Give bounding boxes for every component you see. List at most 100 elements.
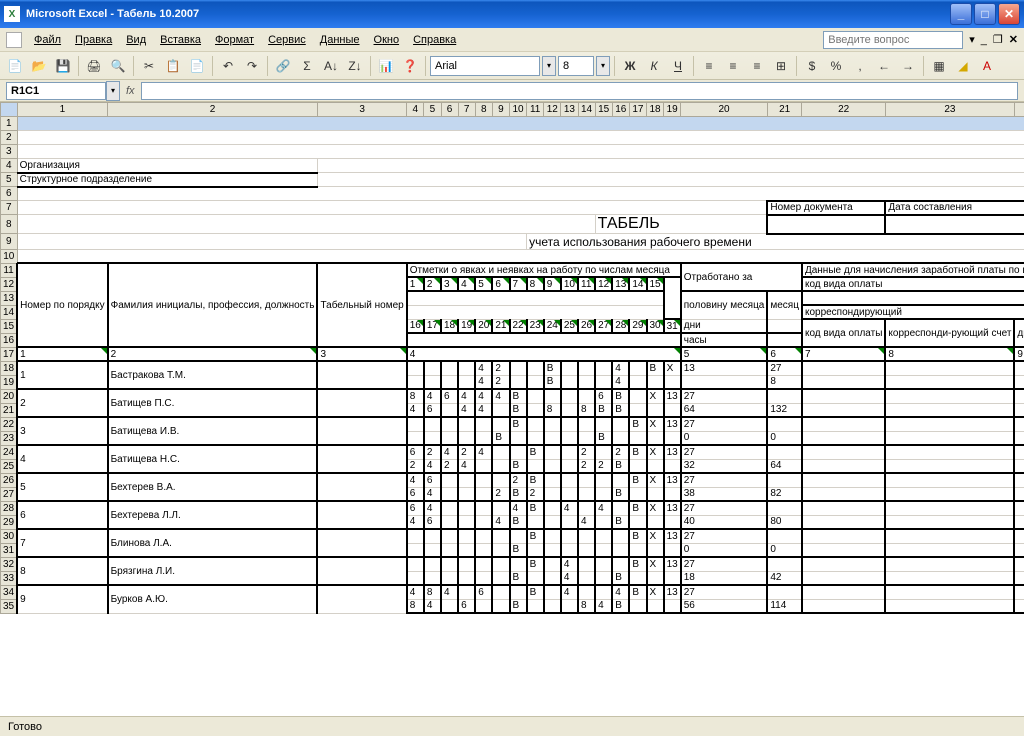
- row-header[interactable]: 29: [1, 515, 18, 529]
- cell[interactable]: 8: [578, 599, 595, 613]
- cell[interactable]: [802, 599, 885, 613]
- cell[interactable]: [492, 403, 509, 417]
- cell[interactable]: [544, 585, 561, 599]
- cell[interactable]: [527, 403, 544, 417]
- cell[interactable]: [1014, 389, 1024, 403]
- row-header[interactable]: 2: [1, 131, 18, 145]
- column-header[interactable]: 15: [595, 103, 612, 117]
- cell[interactable]: [441, 417, 458, 431]
- cell[interactable]: 18: [441, 319, 458, 333]
- cell[interactable]: 27: [681, 417, 768, 431]
- cell[interactable]: [407, 375, 424, 389]
- cell[interactable]: [595, 529, 612, 543]
- cell[interactable]: 2: [578, 459, 595, 473]
- cell[interactable]: [561, 487, 578, 501]
- row-header[interactable]: 19: [1, 375, 18, 389]
- cell[interactable]: [544, 529, 561, 543]
- cell[interactable]: В: [629, 529, 646, 543]
- row-header[interactable]: 10: [1, 249, 18, 263]
- cell[interactable]: 28: [612, 319, 629, 333]
- align-center-button[interactable]: ≡: [722, 55, 744, 77]
- cell[interactable]: 3: [317, 347, 406, 361]
- cell[interactable]: [885, 375, 1014, 389]
- cell[interactable]: [1014, 417, 1024, 431]
- cell[interactable]: [595, 543, 612, 557]
- cell[interactable]: [492, 543, 509, 557]
- cell[interactable]: 4: [424, 487, 441, 501]
- cell[interactable]: [510, 585, 527, 599]
- sort-asc-button[interactable]: A↓: [320, 55, 342, 77]
- column-header[interactable]: 23: [885, 103, 1014, 117]
- menu-help[interactable]: Справка: [407, 32, 462, 48]
- cell[interactable]: [561, 515, 578, 529]
- cell[interactable]: [612, 543, 629, 557]
- cell[interactable]: В: [612, 571, 629, 585]
- cell[interactable]: [595, 375, 612, 389]
- cell[interactable]: Батищева И.В.: [108, 417, 318, 445]
- font-name-select[interactable]: Arial: [430, 56, 540, 76]
- cell[interactable]: 5: [17, 473, 107, 501]
- cell[interactable]: В: [612, 459, 629, 473]
- cell[interactable]: [561, 417, 578, 431]
- cell[interactable]: дни (часы): [1014, 319, 1024, 347]
- cell[interactable]: [475, 501, 492, 515]
- cell[interactable]: [407, 417, 424, 431]
- cell[interactable]: [767, 215, 885, 234]
- menu-tools[interactable]: Сервис: [262, 32, 312, 48]
- cell[interactable]: Х: [664, 361, 681, 375]
- column-header[interactable]: 1: [17, 103, 107, 117]
- cell[interactable]: 27: [681, 389, 768, 403]
- cell[interactable]: [492, 445, 509, 459]
- cell[interactable]: [664, 571, 681, 585]
- column-header[interactable]: 5: [424, 103, 441, 117]
- cell[interactable]: [458, 557, 475, 571]
- cell[interactable]: 4: [492, 515, 509, 529]
- menu-file[interactable]: Файл: [28, 32, 67, 48]
- cell[interactable]: 29: [629, 319, 646, 333]
- cell[interactable]: [492, 417, 509, 431]
- cell[interactable]: [802, 291, 1024, 305]
- cell[interactable]: 13: [664, 473, 681, 487]
- cell[interactable]: [441, 431, 458, 445]
- cell[interactable]: [595, 473, 612, 487]
- cell[interactable]: [1014, 557, 1024, 571]
- cell[interactable]: [664, 431, 681, 445]
- cell[interactable]: [802, 403, 885, 417]
- increase-indent-button[interactable]: →: [897, 55, 919, 77]
- row-header[interactable]: 7: [1, 201, 18, 215]
- cell[interactable]: [492, 529, 509, 543]
- cell[interactable]: [885, 417, 1014, 431]
- row-header[interactable]: 32: [1, 557, 18, 571]
- chart-button[interactable]: 📊: [375, 55, 397, 77]
- column-header[interactable]: 19: [664, 103, 681, 117]
- decrease-indent-button[interactable]: ←: [873, 55, 895, 77]
- cell[interactable]: В: [629, 557, 646, 571]
- cell[interactable]: [1014, 487, 1024, 501]
- cell[interactable]: 13: [664, 417, 681, 431]
- cell[interactable]: Х: [647, 529, 664, 543]
- cell[interactable]: В: [492, 431, 509, 445]
- doc-restore-button[interactable]: ❐: [993, 33, 1003, 46]
- row-header[interactable]: 13: [1, 291, 18, 305]
- cell[interactable]: [561, 459, 578, 473]
- cell[interactable]: 4: [407, 515, 424, 529]
- cell[interactable]: В: [527, 557, 544, 571]
- cell[interactable]: [510, 361, 527, 375]
- cell[interactable]: [458, 543, 475, 557]
- cell[interactable]: [407, 291, 664, 305]
- column-header[interactable]: 18: [647, 103, 664, 117]
- cell[interactable]: 26: [578, 319, 595, 333]
- column-header[interactable]: 4: [407, 103, 424, 117]
- cell[interactable]: В: [647, 361, 664, 375]
- cell[interactable]: [407, 431, 424, 445]
- cell[interactable]: Организация: [17, 159, 317, 173]
- cell[interactable]: 27: [681, 557, 768, 571]
- column-header[interactable]: 17: [629, 103, 646, 117]
- cell[interactable]: [629, 389, 646, 403]
- menu-format[interactable]: Формат: [209, 32, 260, 48]
- cell[interactable]: [407, 529, 424, 543]
- cell[interactable]: [885, 501, 1014, 515]
- cell[interactable]: [1014, 445, 1024, 459]
- cell[interactable]: Дата составления: [885, 201, 1024, 215]
- font-color-button[interactable]: A: [976, 55, 998, 77]
